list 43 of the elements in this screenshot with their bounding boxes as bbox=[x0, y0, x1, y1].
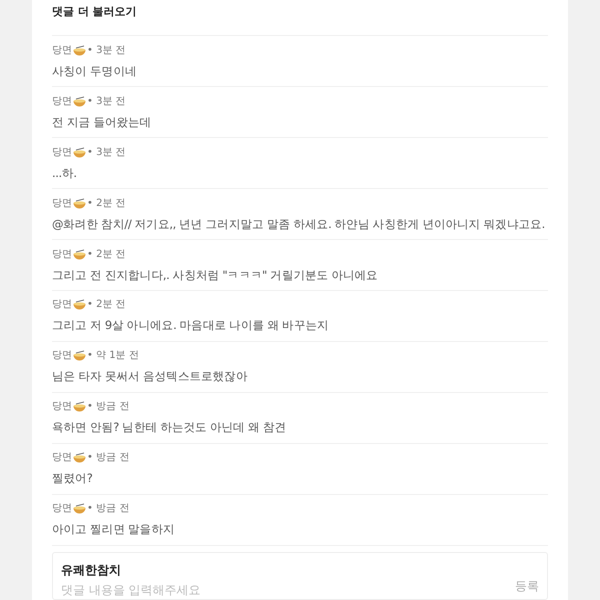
comment-author: 당면 bbox=[52, 248, 72, 262]
comment-time: • 3분 전 bbox=[87, 44, 126, 58]
noodle-bowl-icon bbox=[73, 503, 86, 514]
noodle-bowl-icon bbox=[73, 198, 86, 209]
comment-input-field[interactable]: 유쾌한참치 댓글 내용을 입력해주세요 등록 bbox=[52, 552, 548, 600]
comment-author: 당면 bbox=[52, 146, 72, 160]
comment-text: 아이고 찔리면 말을하지 bbox=[52, 521, 175, 538]
comment-text: 그리고 저 9살 아니에요. 마음대로 나이를 왜 바꾸는지 bbox=[52, 317, 329, 334]
noodle-bowl-icon bbox=[73, 96, 86, 107]
comment-author: 당면 bbox=[52, 196, 72, 211]
comment-time: • 3분 전 bbox=[87, 94, 126, 109]
comment-author: 당면 bbox=[52, 451, 72, 466]
load-more-button[interactable]: 댓글 더 불러오기 bbox=[52, 4, 137, 21]
comment-time: • 3분 전 bbox=[87, 146, 126, 160]
comment-author: 당면 bbox=[52, 94, 72, 109]
comment-text: 님은 타자 못써서 음성텍스트로했잖아 bbox=[52, 368, 248, 386]
comment-author: 당면 bbox=[52, 298, 72, 312]
comment-text: 그리고 전 진지합니다,. 사칭처럼 "ㅋㅋㅋ" 거릴기분도 아니에요 bbox=[52, 266, 378, 284]
comment-time: • 약 1분 전 bbox=[87, 349, 139, 364]
noodle-bowl-icon bbox=[73, 350, 86, 362]
comment-time: • 방금 전 bbox=[87, 451, 130, 466]
noodle-bowl-icon bbox=[73, 299, 86, 310]
comment-time: • 2분 전 bbox=[87, 298, 126, 312]
noodle-bowl-icon bbox=[73, 248, 86, 260]
noodle-bowl-icon bbox=[73, 452, 86, 464]
comment-text: ...하. bbox=[52, 164, 77, 182]
comment-time: • 방금 전 bbox=[87, 400, 130, 414]
comment-text: 전 지금 들어왔는데 bbox=[52, 114, 152, 131]
comment-text: @화려한 참치// 저기요,, 년년 그러지말고 말좀 하세요. 하얀님 사칭한게 년이아니지 뭐겠냐고요. bbox=[52, 216, 545, 233]
comment-author: 당면 bbox=[52, 44, 72, 58]
comment-author: 당면 bbox=[52, 502, 72, 516]
noodle-bowl-icon bbox=[73, 146, 86, 158]
comment-time: • 2분 전 bbox=[87, 196, 126, 211]
comment-text: 사칭이 두명이네 bbox=[52, 62, 136, 80]
comment-text: 찔렸어? bbox=[52, 470, 93, 488]
noodle-bowl-icon bbox=[73, 401, 86, 412]
comment-author: 당면 bbox=[52, 400, 72, 414]
comment-time: • 방금 전 bbox=[87, 502, 130, 516]
comment-text: 욕하면 안됨? 님한테 하는것도 아닌데 왜 참견 bbox=[52, 419, 286, 436]
composer-username: 유쾌한참치 bbox=[61, 562, 122, 579]
comment-author: 당면 bbox=[52, 349, 72, 364]
comment-time: • 2분 전 bbox=[87, 248, 126, 262]
noodle-bowl-icon bbox=[73, 44, 86, 56]
